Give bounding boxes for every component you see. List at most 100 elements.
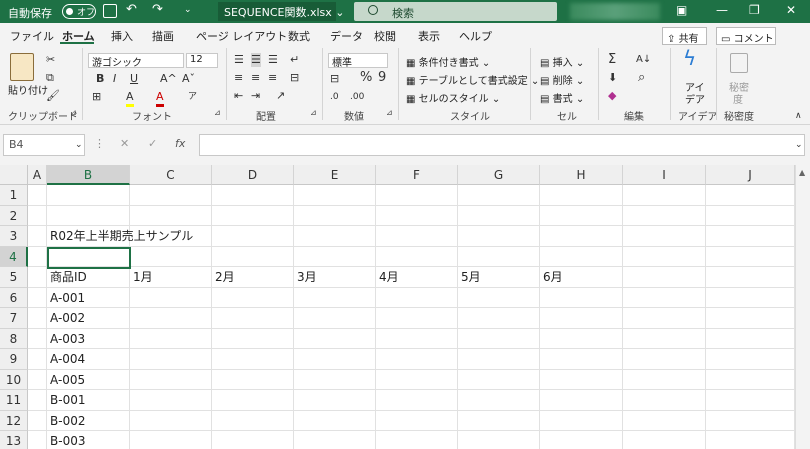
cell-e3[interactable] xyxy=(294,226,376,247)
formula-input[interactable] xyxy=(199,134,805,156)
tab-review[interactable]: 校閲 xyxy=(374,28,396,44)
column-header-g[interactable]: G xyxy=(458,165,540,185)
cell-i7[interactable] xyxy=(623,308,706,329)
bold-button[interactable]: B xyxy=(96,72,104,86)
grow-font-button[interactable]: A^ xyxy=(160,72,177,86)
cell-i1[interactable] xyxy=(623,185,706,206)
customize-qat-icon[interactable]: ⌄ xyxy=(184,5,192,15)
vertical-scrollbar[interactable]: ▲ xyxy=(795,165,810,449)
share-button[interactable]: ⇪ 共有 xyxy=(662,27,707,45)
cell-c6[interactable] xyxy=(130,287,212,308)
decrease-decimal-icon[interactable]: .00 xyxy=(350,90,364,104)
column-header-a[interactable]: A xyxy=(28,165,47,185)
font-size-select[interactable]: 12 xyxy=(186,53,218,68)
merge-center-icon[interactable]: ⊟ xyxy=(290,71,299,85)
row-header-3[interactable]: 3 xyxy=(0,226,28,247)
cell-e10[interactable] xyxy=(294,369,376,390)
cell-i2[interactable] xyxy=(623,205,706,226)
column-header-d[interactable]: D xyxy=(212,165,294,185)
cell-j3[interactable] xyxy=(706,226,795,247)
font-name-select[interactable]: 游ゴシック xyxy=(88,53,184,69)
cell-h6[interactable] xyxy=(540,287,623,308)
italic-button[interactable]: I xyxy=(113,72,116,86)
cell-e11[interactable] xyxy=(294,390,376,411)
column-header-i[interactable]: I xyxy=(623,165,706,185)
decrease-indent-icon[interactable]: ⇤ xyxy=(234,89,243,103)
tab-page-layout[interactable]: ページ レイアウト xyxy=(196,28,287,44)
tab-insert[interactable]: 挿入 xyxy=(111,28,133,44)
tab-file[interactable]: ファイル xyxy=(10,28,54,44)
cell-e2[interactable] xyxy=(294,205,376,226)
collapse-ribbon-icon[interactable]: ∧ xyxy=(795,109,802,123)
cell-i13[interactable] xyxy=(623,431,706,449)
cell-d12[interactable] xyxy=(212,410,294,431)
cell-j9[interactable] xyxy=(706,349,795,370)
paste-icon[interactable] xyxy=(10,53,34,81)
orientation-icon[interactable]: ↗ xyxy=(276,89,285,103)
cell-f6[interactable] xyxy=(376,287,458,308)
cell-f2[interactable] xyxy=(376,205,458,226)
cell-i3[interactable] xyxy=(623,226,706,247)
cell-styles-button[interactable]: ▦ セルのスタイル ⌄ xyxy=(406,90,500,105)
cell-j2[interactable] xyxy=(706,205,795,226)
tab-formulas[interactable]: 数式 xyxy=(288,28,310,44)
search-box[interactable]: 検索 xyxy=(354,2,557,21)
cell-a7[interactable] xyxy=(28,308,47,329)
cell-d4[interactable] xyxy=(212,246,294,267)
cell-i4[interactable] xyxy=(623,246,706,267)
conditional-formatting-button[interactable]: ▦ 条件付き書式 ⌄ xyxy=(406,54,490,69)
cell-j10[interactable] xyxy=(706,369,795,390)
cell-i6[interactable] xyxy=(623,287,706,308)
row-header-8[interactable]: 8 xyxy=(0,328,28,349)
cell-d11[interactable] xyxy=(212,390,294,411)
cell-g9[interactable] xyxy=(458,349,540,370)
cell-h12[interactable] xyxy=(540,410,623,431)
cell-c2[interactable] xyxy=(130,205,212,226)
phonetic-icon[interactable]: ア xyxy=(188,90,197,104)
cell-i10[interactable] xyxy=(623,369,706,390)
cell-c1[interactable] xyxy=(130,185,212,206)
close-button[interactable]: ✕ xyxy=(786,3,796,17)
cell-e4[interactable] xyxy=(294,246,376,267)
wrap-text-icon[interactable]: ↵ xyxy=(290,53,299,67)
cell-h7[interactable] xyxy=(540,308,623,329)
font-color-button[interactable]: A xyxy=(156,90,164,107)
row-header-5[interactable]: 5 xyxy=(0,267,28,288)
cell-b1[interactable] xyxy=(47,185,130,206)
column-header-j[interactable]: J xyxy=(706,165,795,185)
cell-f3[interactable] xyxy=(376,226,458,247)
delete-cells-button[interactable]: ▤ 削除 ⌄ xyxy=(540,72,584,87)
cell-h9[interactable] xyxy=(540,349,623,370)
format-cells-button[interactable]: ▤ 書式 ⌄ xyxy=(540,90,584,105)
column-header-e[interactable]: E xyxy=(294,165,376,185)
shrink-font-button[interactable]: Aˇ xyxy=(182,72,195,86)
name-box-dropdown-icon[interactable]: ⌄ xyxy=(75,138,83,152)
cell-a3[interactable] xyxy=(28,226,47,247)
cell-f8[interactable] xyxy=(376,328,458,349)
cell-b2[interactable] xyxy=(47,205,130,226)
cell-j4[interactable] xyxy=(706,246,795,267)
cell-h8[interactable] xyxy=(540,328,623,349)
cell-d7[interactable] xyxy=(212,308,294,329)
select-all-corner[interactable] xyxy=(0,165,28,185)
cell-f13[interactable] xyxy=(376,431,458,449)
cell-f11[interactable] xyxy=(376,390,458,411)
align-center-icon[interactable]: ≡ xyxy=(251,71,260,85)
expand-formula-icon[interactable]: ⌄ xyxy=(795,138,803,152)
cell-e8[interactable] xyxy=(294,328,376,349)
cell-g2[interactable] xyxy=(458,205,540,226)
cell-a1[interactable] xyxy=(28,185,47,206)
cell-f12[interactable] xyxy=(376,410,458,431)
cell-c8[interactable] xyxy=(130,328,212,349)
row-header-10[interactable]: 10 xyxy=(0,369,28,390)
cell-f1[interactable] xyxy=(376,185,458,206)
cell-a11[interactable] xyxy=(28,390,47,411)
cell-d3[interactable] xyxy=(212,226,294,247)
font-launcher-icon[interactable]: ⊿ xyxy=(214,108,221,117)
clipboard-launcher-icon[interactable]: ⊿ xyxy=(70,108,77,117)
ideas-icon[interactable]: ϟ xyxy=(683,48,696,68)
cell-c4[interactable] xyxy=(130,246,212,267)
cell-g11[interactable] xyxy=(458,390,540,411)
cell-j6[interactable] xyxy=(706,287,795,308)
align-top-icon[interactable]: ☰ xyxy=(234,53,244,67)
